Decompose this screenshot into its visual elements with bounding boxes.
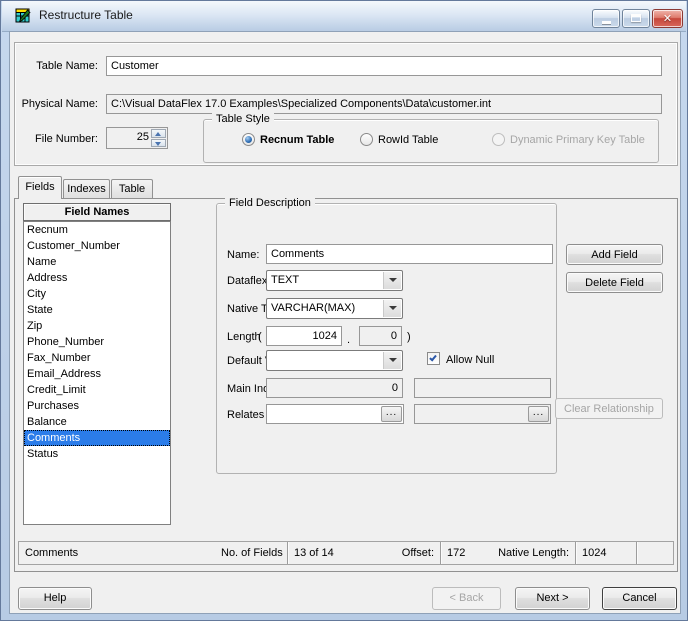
status-offset-value: 172 [447,547,466,559]
title-bar[interactable]: Restructure Table ✕ [2,1,686,32]
allow-null-label[interactable]: Allow Null [446,353,494,367]
status-empty-cell [637,542,673,564]
window-title: Restructure Table [39,8,133,22]
name-label: Name: [227,249,260,261]
chevron-down-icon [389,358,397,362]
delete-field-button[interactable]: Delete Field [566,272,663,293]
status-offset-label: Offset: [401,547,434,559]
native-type-dropdown[interactable]: VARCHAR(MAX) [266,298,403,319]
list-item[interactable]: Zip [24,318,170,334]
tab-fields[interactable]: Fields [18,176,62,199]
dialog-client-area: Table Name: Customer Physical Name: C:\V… [9,31,681,614]
table-style-group: Table Style Recnum Table RowId Table Dyn… [203,112,659,163]
physical-name-label: Physical Name: [21,98,98,110]
cancel-button[interactable]: Cancel [602,587,677,610]
check-icon [429,353,437,362]
file-number-value: 25 [136,131,149,143]
dropdown-button[interactable] [383,300,401,317]
field-names-list[interactable]: Recnum Customer_Number Name Address City… [23,221,171,525]
restructure-table-dialog: Restructure Table ✕ Table Name: Customer… [0,0,688,621]
maximize-button[interactable] [622,9,650,28]
arrow-up-icon [155,132,161,136]
list-item[interactable]: Status [24,446,170,462]
list-item[interactable]: Address [24,270,170,286]
length-paren-open: ( [258,331,262,343]
next-button[interactable]: Next > [515,587,590,610]
table-name-input[interactable]: Customer [106,56,662,76]
physical-name-field: C:\Visual DataFlex 17.0 Examples\Special… [106,94,662,114]
arrow-down-icon [155,141,161,146]
minimize-icon [602,21,611,24]
table-name-label: Table Name: [36,60,98,72]
list-item[interactable]: City [24,286,170,302]
field-description-group: Field Description Name: Comments Datafle… [216,196,557,474]
table-info-panel: Table Name: Customer Physical Name: C:\V… [14,42,678,166]
close-icon: ✕ [662,13,673,25]
dataflex-type-dropdown[interactable]: TEXT [266,270,403,291]
main-index-field: 0 [266,378,403,398]
radio-dynamic-primary-key[interactable] [492,133,505,146]
maximize-icon [631,14,641,22]
list-item[interactable]: Customer_Number [24,238,170,254]
main-index-name-field [414,378,551,398]
tab-indexes[interactable]: Indexes [63,179,110,199]
relates-to-browse-button[interactable]: ... [381,406,402,422]
list-item[interactable]: Recnum [24,222,170,238]
dataflex-type-value: TEXT [271,274,300,286]
native-type-value: VARCHAR(MAX) [271,302,356,314]
status-no-of-fields-value: 13 of 14 [294,547,334,559]
file-number-spinner[interactable]: 25 [106,127,168,149]
close-button[interactable]: ✕ [652,9,683,28]
relates-to-input[interactable]: ... [266,404,404,424]
radio-rowid-table[interactable] [360,133,373,146]
list-item[interactable]: Credit_Limit [24,382,170,398]
chevron-down-icon [389,306,397,310]
table-style-legend: Table Style [212,112,274,126]
list-item[interactable]: Balance [24,414,170,430]
list-item[interactable]: Fax_Number [24,350,170,366]
list-item-selected[interactable]: Comments [24,430,170,446]
status-bar: Comments No. of Fields 13 of 14 Offset: … [18,541,674,565]
default-value-dropdown[interactable] [266,350,403,371]
field-description-legend: Field Description [225,196,315,210]
file-number-label: File Number: [35,133,98,145]
file-number-spin-controls [151,129,166,147]
status-native-length-label: Native Length: [498,547,569,559]
clear-relationship-button[interactable]: Clear Relationship [555,398,663,419]
radio-dynamic-label[interactable]: Dynamic Primary Key Table [510,133,645,147]
add-field-button[interactable]: Add Field [566,244,663,265]
list-item[interactable]: Purchases [24,398,170,414]
radio-rowid-label[interactable]: RowId Table [378,133,438,147]
tab-table[interactable]: Table [111,179,153,199]
relates-to-field2: ... [414,404,551,424]
dropdown-button[interactable] [383,272,401,289]
length-input[interactable]: 1024 [266,326,342,346]
length-paren-close: ) [407,331,411,343]
status-no-of-fields-label: No. of Fields [221,547,283,559]
radio-recnum-table[interactable] [242,133,255,146]
minimize-button[interactable] [592,9,620,28]
help-button[interactable]: Help [18,587,92,610]
list-item[interactable]: State [24,302,170,318]
table-edit-icon [15,8,31,23]
fields-tab-page: Field Names Recnum Customer_Number Name … [14,196,678,572]
relates-to-browse-button2[interactable]: ... [528,406,549,422]
dropdown-button[interactable] [383,352,401,369]
length-decimals-field: 0 [359,326,402,346]
radio-recnum-label[interactable]: Recnum Table [260,133,334,147]
allow-null-checkbox[interactable] [427,352,440,365]
field-names-header: Field Names [23,203,171,221]
length-separator: . [347,334,351,346]
chevron-down-icon [389,278,397,282]
spin-up-button[interactable] [151,129,166,138]
list-item[interactable]: Email_Address [24,366,170,382]
status-native-length-value: 1024 [582,547,607,559]
spin-down-button[interactable] [151,138,166,147]
status-selected-field: Comments [25,547,79,559]
list-item[interactable]: Name [24,254,170,270]
length-label: Length [227,331,261,343]
list-item[interactable]: Phone_Number [24,334,170,350]
back-button[interactable]: < Back [432,587,501,610]
name-input[interactable]: Comments [266,244,553,264]
